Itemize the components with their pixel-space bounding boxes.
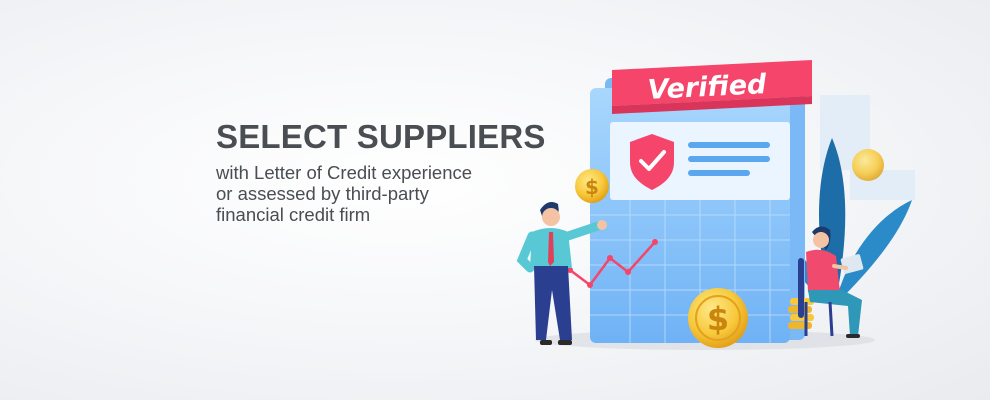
floating-coin-icon	[852, 149, 884, 181]
banner-headline: SELECT SUPPLIERS	[216, 118, 546, 155]
subtitle-line-2: or assessed by third-party	[216, 183, 429, 204]
coin-symbol-small: $	[585, 175, 599, 199]
banner-text: SELECT SUPPLIERS with Letter of Credit e…	[216, 118, 546, 225]
dollar-coin-large-icon: $	[688, 288, 748, 348]
verified-badge-label: Verified	[647, 69, 768, 106]
subtitle-line-1: with Letter of Credit experience	[216, 162, 473, 183]
promo-banner: SELECT SUPPLIERS with Letter of Credit e…	[0, 0, 990, 400]
banner-subtitle: with Letter of Credit experience or asse…	[216, 162, 546, 225]
chair-back	[798, 258, 804, 318]
subtitle-line-3: financial credit firm	[216, 204, 371, 225]
dollar-coin-icon: $	[575, 169, 609, 203]
verified-supplier-illustration: Verified $ $	[516, 60, 915, 350]
coin-symbol-large: $	[707, 300, 729, 338]
